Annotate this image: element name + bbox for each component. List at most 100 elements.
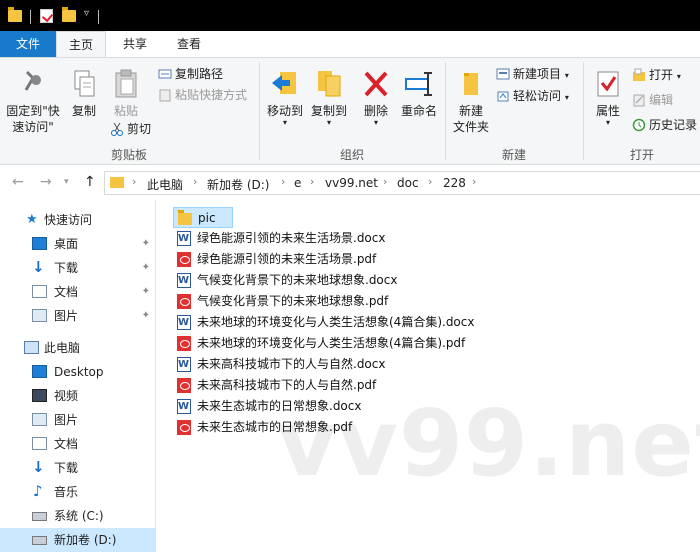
rename-button[interactable]: 重命名	[398, 68, 440, 119]
properties-button[interactable]: 属性 ▾	[590, 68, 626, 127]
properties-quick-icon[interactable]	[40, 9, 53, 23]
nav-item-videos[interactable]: 视频	[0, 384, 156, 408]
breadcrumb-vv99net[interactable]: vv99.net	[325, 176, 378, 190]
file-name: 未来高科技城市下的人与自然.pdf	[197, 378, 377, 392]
pdf-file-icon	[177, 336, 191, 351]
move-to-button[interactable]: 移动到 ▾	[264, 68, 306, 127]
breadcrumb-228[interactable]: 228	[443, 176, 466, 190]
file-name: 绿色能源引领的未来生活场景.docx	[197, 231, 386, 245]
copy-button[interactable]: 复制	[64, 68, 104, 119]
file-row[interactable]: 气候变化背景下的未来地球想象.pdf	[173, 291, 394, 312]
paste-icon	[111, 68, 141, 100]
tab-view[interactable]: 查看	[164, 31, 214, 57]
pdf-file-icon	[177, 420, 191, 435]
paste-shortcut-button[interactable]: 粘贴快捷方式	[158, 87, 247, 103]
new-item-button[interactable]: 新建项目 ▾	[496, 66, 569, 84]
paste-button[interactable]: 粘贴	[106, 68, 146, 119]
copy-label: 复制	[71, 104, 96, 118]
nav-item-documents-pc[interactable]: 文档	[0, 432, 156, 456]
tab-file[interactable]: 文件	[0, 31, 56, 57]
cut-button[interactable]: 剪切	[110, 121, 151, 137]
history-button[interactable]: 历史记录	[632, 117, 697, 133]
star-icon: ★	[26, 212, 38, 227]
pin-icon[interactable]: ✦	[142, 256, 150, 280]
breadcrumb-e[interactable]: e	[294, 176, 301, 190]
breadcrumb-doc[interactable]: doc	[397, 176, 419, 190]
file-row[interactable]: 绿色能源引领的未来生活场景.docx	[173, 228, 391, 249]
easy-access-button[interactable]: 轻松访问 ▾	[496, 88, 569, 106]
back-arrow-icon[interactable]: ←	[12, 174, 24, 190]
nav-item-documents[interactable]: 文档 ✦	[0, 280, 156, 304]
documents-icon	[32, 437, 47, 450]
folder-row[interactable]: pic	[173, 207, 233, 228]
nav-item-music[interactable]: ♪ 音乐	[0, 480, 156, 504]
up-arrow-icon[interactable]: ↑	[84, 174, 96, 190]
tab-home[interactable]: 主页	[56, 31, 106, 58]
pin-icon[interactable]: ✦	[142, 280, 150, 304]
pin-icon[interactable]: ✦	[142, 232, 150, 256]
file-row[interactable]: 未来地球的环境变化与人类生活想象(4篇合集).pdf	[173, 333, 471, 354]
address-bar[interactable]: › 此电脑 › 新加卷 (D:) › e › vv99.net › doc › …	[104, 171, 700, 195]
file-row[interactable]: 气候变化背景下的未来地球想象.docx	[173, 270, 403, 291]
drive-icon	[32, 536, 47, 545]
nav-this-pc-label: 此电脑	[44, 341, 81, 355]
word-file-icon	[177, 396, 191, 417]
move-to-icon	[270, 68, 300, 100]
copy-to-label: 复制到	[310, 104, 347, 118]
new-folder-label-line2: 文件夹	[452, 120, 489, 134]
tab-share[interactable]: 共享	[110, 31, 160, 57]
breadcrumb-drive-d[interactable]: 新加卷 (D:)	[207, 176, 269, 193]
move-to-chevron-icon: ▾	[282, 118, 287, 127]
paste-shortcut-icon	[158, 88, 172, 102]
file-row[interactable]: 绿色能源引领的未来生活场景.pdf	[173, 249, 382, 270]
desktop-icon	[32, 237, 47, 250]
file-row[interactable]: 未来高科技城市下的人与自然.docx	[173, 354, 391, 375]
copy-path-button[interactable]: 复制路径	[158, 66, 223, 82]
delete-button[interactable]: 删除 ▾	[358, 68, 394, 127]
new-folder-button[interactable]: 新建 文件夹	[450, 68, 492, 135]
open-group-label: 打开	[629, 148, 654, 162]
pdf-file-icon	[177, 252, 191, 267]
new-item-chevron-icon: ▾	[564, 71, 569, 80]
history-label: 历史记录	[649, 118, 698, 132]
nav-item-downloads[interactable]: ↓ 下载 ✦	[0, 256, 156, 280]
pin-icon[interactable]: ✦	[142, 304, 150, 328]
breadcrumb-this-pc[interactable]: 此电脑	[147, 176, 183, 193]
history-icon	[632, 118, 646, 132]
rename-label: 重命名	[400, 104, 437, 118]
recent-locations-chevron-icon[interactable]: ▾	[64, 177, 69, 187]
nav-item-downloads-pc[interactable]: ↓ 下载	[0, 456, 156, 480]
nav-item-pictures-pc[interactable]: 图片	[0, 408, 156, 432]
nav-quick-access[interactable]: ★ 快速访问	[0, 208, 156, 232]
pin-to-quick-access-button[interactable]: 固定到"快 速访问"	[4, 68, 62, 135]
file-row[interactable]: 未来地球的环境变化与人类生活想象(4篇合集).docx	[173, 312, 480, 333]
file-name: 未来生态城市的日常想象.docx	[197, 399, 362, 413]
file-row[interactable]: 未来生态城市的日常想象.pdf	[173, 417, 358, 438]
video-icon	[32, 389, 47, 402]
nav-item-drive-c[interactable]: 系统 (C:)	[0, 504, 156, 528]
nav-item-desktop[interactable]: 桌面 ✦	[0, 232, 156, 256]
nav-item-drive-d[interactable]: 新加卷 (D:)	[0, 528, 156, 552]
navigation-row: ← → ▾ ↑ › 此电脑 › 新加卷 (D:) › e › vv99.net …	[0, 166, 700, 200]
forward-arrow-icon[interactable]: →	[40, 174, 52, 190]
nav-this-pc[interactable]: 此电脑	[0, 336, 156, 360]
folder-icon	[8, 7, 22, 22]
edit-button[interactable]: 编辑	[632, 92, 673, 108]
nav-quick-access-label: 快速访问	[44, 213, 93, 227]
drive-icon	[32, 512, 47, 521]
pdf-file-icon	[177, 378, 191, 393]
open-button[interactable]: 打开 ▾	[632, 67, 681, 85]
breadcrumb-separator: ›	[472, 175, 477, 188]
new-folder-quick-icon[interactable]	[62, 7, 76, 22]
documents-icon	[32, 285, 47, 298]
customize-toolbar-chevron-icon[interactable]: ▿	[84, 8, 89, 23]
file-row[interactable]: 未来高科技城市下的人与自然.pdf	[173, 375, 382, 396]
nav-item-desktop-en[interactable]: Desktop	[0, 360, 156, 384]
file-name: 未来高科技城市下的人与自然.docx	[197, 357, 386, 371]
copy-to-button[interactable]: 复制到 ▾	[308, 68, 350, 127]
paste-shortcut-label: 粘贴快捷方式	[175, 88, 248, 102]
new-group-label: 新建	[501, 148, 526, 162]
file-row[interactable]: 未来生态城市的日常想象.docx	[173, 396, 367, 417]
nav-item-label: 新加卷 (D:)	[54, 533, 117, 547]
nav-item-pictures[interactable]: 图片 ✦	[0, 304, 156, 328]
